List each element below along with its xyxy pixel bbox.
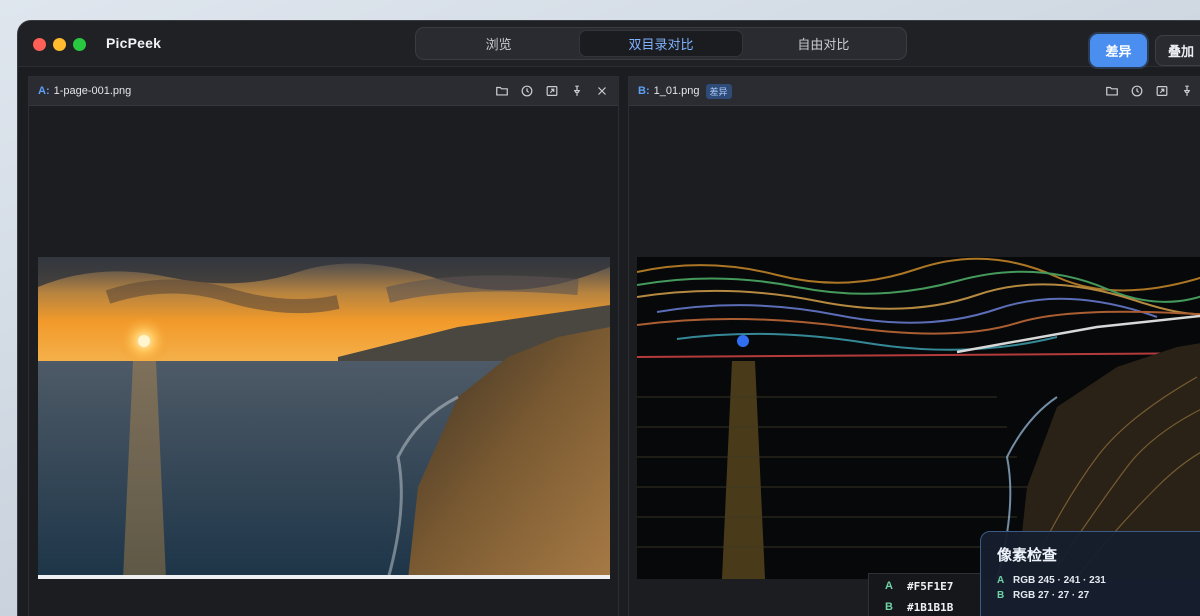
pane-a-toolbar <box>494 83 610 99</box>
pane-a-header: A: 1-page-001.png <box>29 77 618 106</box>
pin-icon[interactable] <box>569 83 585 99</box>
inspector-a-value: RGB 245 · 241 · 231 <box>1013 575 1106 586</box>
close-icon[interactable] <box>594 83 610 99</box>
tab-free-compare[interactable]: 自由对比 <box>743 30 904 57</box>
history-icon[interactable] <box>519 83 535 99</box>
pane-b-header: B: 1_01.png 差异 <box>629 77 1200 106</box>
pixel-inspector-title: 像素检查 <box>997 547 1058 564</box>
inspector-b-label: B <box>997 590 1005 601</box>
app-title: PicPeek <box>106 35 162 51</box>
fit-icon[interactable] <box>1154 83 1170 99</box>
image-a <box>38 257 610 579</box>
pane-b-file-name: 1_01.png <box>653 85 700 97</box>
hex-a-label: A <box>885 580 893 592</box>
hex-b-label: B <box>885 601 893 613</box>
inspector-a-label: A <box>997 575 1005 586</box>
overlay-mode-button[interactable]: 叠加 <box>1155 35 1200 66</box>
mode-switcher: 浏览 双目录对比 自由对比 <box>415 27 907 60</box>
pane-a: A: 1-page-001.png <box>28 76 619 616</box>
close-window-button[interactable] <box>33 38 46 51</box>
pane-a-tag: A: <box>38 85 50 97</box>
fit-icon[interactable] <box>544 83 560 99</box>
tab-browse[interactable]: 浏览 <box>418 30 579 57</box>
zoom-window-button[interactable] <box>73 38 86 51</box>
hex-a-value: #F5F1E7 <box>907 580 954 593</box>
diff-mode-button[interactable]: 差异 <box>1090 34 1147 67</box>
title-bar: PicPeek 浏览 双目录对比 自由对比 <box>18 21 1200 67</box>
folder-icon[interactable] <box>494 83 510 99</box>
pixel-inspector: 像素检查 A RGB 245 · 241 · 231 B RGB 27 · 27… <box>980 531 1200 616</box>
pin-icon[interactable] <box>1179 83 1195 99</box>
minimize-window-button[interactable] <box>53 38 66 51</box>
pane-a-file-name: 1-page-001.png <box>53 85 132 97</box>
tab-dual-dir-compare[interactable]: 双目录对比 <box>579 30 743 57</box>
app-window: PicPeek 浏览 双目录对比 自由对比 A: 1-page-001.png <box>17 20 1200 616</box>
inspector-b-value: RGB 27 · 27 · 27 <box>1013 590 1090 601</box>
hex-b-value: #1B1B1B <box>907 601 954 614</box>
pane-b-toolbar <box>1104 83 1195 99</box>
diff-badge: 差异 <box>705 83 732 99</box>
history-icon[interactable] <box>1129 83 1145 99</box>
folder-icon[interactable] <box>1104 83 1120 99</box>
pane-b-tag: B: <box>638 85 650 97</box>
hex-readout: A #F5F1E7 B #1B1B1B <box>868 573 983 616</box>
